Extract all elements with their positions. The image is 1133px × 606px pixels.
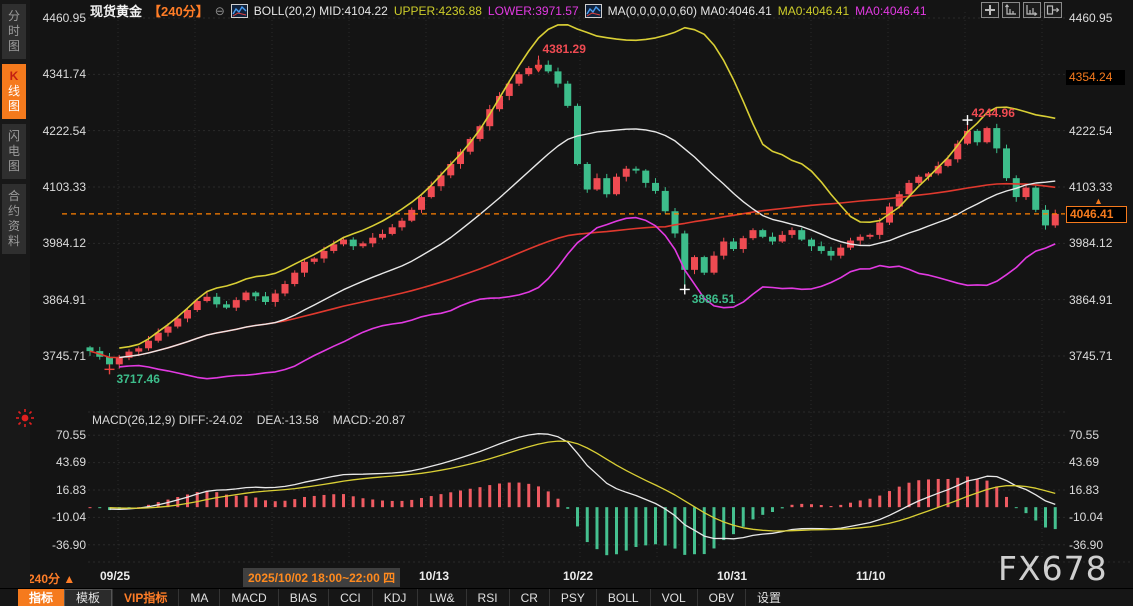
axis-tick-label: 4103.33 [34, 180, 86, 194]
axis-tick-label: 3864.91 [34, 293, 86, 307]
time-axis-label: 11/10 [856, 569, 885, 583]
sidebar-tab-char: 料 [2, 234, 26, 249]
axis-tick-label: 4222.54 [1069, 124, 1121, 138]
sidebar-tab-char: 线 [2, 84, 26, 99]
macd-legend: MACD(26,12,9) DIFF:-24.02 DEA:-13.58 MAC… [92, 413, 405, 427]
ma60-value: MA(0,0,0,0,0,60) MA0:4046.41 [608, 4, 772, 18]
axis-tick-label: 4341.74 [34, 67, 86, 81]
app-window: 分时图K线图闪电图合约资料 现货黄金 【240分】 ⊖ BOLL(20,2) M… [0, 0, 1133, 606]
price-low-annotation: 3717.46 [117, 372, 160, 386]
chart-tool-icons [981, 2, 1062, 18]
session-high-price-label: 4354.24 [1066, 70, 1125, 85]
axis-tick-label: 43.69 [1069, 455, 1121, 469]
price-high-annotation: 4381.29 [543, 42, 586, 56]
axis-tick-label: 3984.12 [34, 236, 86, 250]
crosshair-date-tooltip: 2025/10/02 18:00~22:00 四 [243, 568, 400, 587]
fit-x-axis-icon[interactable] [1023, 2, 1041, 18]
axis-tick-label: 70.55 [34, 428, 86, 442]
fit-y-axis-icon[interactable] [1002, 2, 1020, 18]
macd-value: MACD:-20.87 [333, 413, 406, 427]
ma-indicator-icon [585, 4, 602, 18]
toolbar-item-LW&[interactable]: LW& [417, 589, 465, 606]
toolbar-item-RSI[interactable]: RSI [466, 589, 509, 606]
current-price-arrow-icon: ▲ [1094, 196, 1103, 206]
symbol-title: 现货黄金 [90, 1, 142, 20]
toolbar-item-BOLL[interactable]: BOLL [596, 589, 650, 606]
toolbar-item-PSY[interactable]: PSY [549, 589, 596, 606]
sidebar-tab-3[interactable]: 闪电图 [2, 124, 26, 179]
axis-tick-label: 4103.33 [1069, 180, 1121, 194]
axis-tick-label: 4460.95 [1069, 11, 1121, 25]
sidebar-tab-2[interactable]: K线图 [2, 64, 26, 119]
axis-tick-label: 4222.54 [34, 124, 86, 138]
axis-tick-label: -10.04 [1069, 510, 1121, 524]
sidebar-tab-char: 合 [2, 189, 26, 204]
sidebar-tab-char: 图 [2, 159, 26, 174]
macd-dea-value: DEA:-13.58 [257, 413, 319, 427]
sidebar-tab-char: 闪 [2, 129, 26, 144]
boll-indicator-icon [231, 4, 248, 18]
indicator-toolbar: 指标模板VIP指标MAMACDBIASCCIKDJLW&RSICRPSYBOLL… [0, 588, 1133, 606]
toolbar-item-MACD[interactable]: MACD [219, 589, 277, 606]
collapse-icon[interactable]: ⊖ [215, 4, 225, 18]
sidebar-tab-char: 图 [2, 39, 26, 54]
axis-tick-label: 3984.12 [1069, 236, 1121, 250]
sidebar-tab-char: 约 [2, 204, 26, 219]
toolbar-item-VOL[interactable]: VOL [650, 589, 697, 606]
toolbar-item-KDJ[interactable]: KDJ [372, 589, 418, 606]
axis-tick-label: -36.90 [34, 538, 86, 552]
macd-diff-value: MACD(26,12,9) DIFF:-24.02 [92, 413, 243, 427]
toolbar-item-设置[interactable]: 设置 [745, 589, 792, 606]
boll-upper-value: UPPER:4236.88 [394, 4, 482, 18]
ma60-value-3: MA0:4046.41 [855, 4, 926, 18]
time-axis-label: 10/31 [717, 569, 747, 583]
toolbar-item-CR[interactable]: CR [509, 589, 549, 606]
chart-canvas[interactable] [0, 0, 1133, 606]
chart-header: 现货黄金 【240分】 ⊖ BOLL(20,2) MID:4104.22 UPP… [90, 1, 927, 20]
axis-tick-label: 16.83 [1069, 483, 1121, 497]
period-label: 【240分】 [148, 1, 209, 20]
time-axis-label: 10/22 [563, 569, 593, 583]
sidebar-tab-char: 图 [2, 99, 26, 114]
sidebar-tab-char: 时 [2, 24, 26, 39]
axis-tick-label: 16.83 [34, 483, 86, 497]
timeframe-badge[interactable]: 240分 ▲ [28, 570, 75, 587]
sidebar-tab-4[interactable]: 合约资料 [2, 184, 26, 254]
time-axis-label: 09/25 [100, 569, 130, 583]
axis-tick-label: 3745.71 [34, 349, 86, 363]
sidebar-tab-char: 分 [2, 9, 26, 24]
toolbar-item-MA[interactable]: MA [178, 589, 219, 606]
toolbar-item-模板[interactable]: 模板 [64, 589, 112, 606]
sidebar-tab-char: 资 [2, 219, 26, 234]
boll-lower-value: LOWER:3971.57 [488, 4, 579, 18]
axis-tick-label: -10.04 [34, 510, 86, 524]
toolbar-item-CCI[interactable]: CCI [328, 589, 372, 606]
toolbar-item-BIAS[interactable]: BIAS [278, 589, 328, 606]
pan-right-icon[interactable] [1044, 2, 1062, 18]
toolbar-item-指标[interactable]: 指标 [18, 589, 64, 606]
axis-tick-label: 43.69 [34, 455, 86, 469]
axis-tick-label: 3864.91 [1069, 293, 1121, 307]
axis-tick-label: 3745.71 [1069, 349, 1121, 363]
toolbar-item-VIP指标[interactable]: VIP指标 [112, 589, 178, 606]
sidebar-tab-char: K [2, 69, 26, 84]
time-axis-label: 10/13 [419, 569, 449, 583]
brand-watermark: FX678 [998, 549, 1108, 588]
sidebar: 分时图K线图闪电图合约资料 [0, 0, 30, 606]
price-low-annotation: 3886.51 [692, 292, 735, 306]
ma60-value-2: MA0:4046.41 [778, 4, 849, 18]
price-high-annotation: 4244.96 [972, 106, 1015, 120]
sidebar-tab-1[interactable]: 分时图 [2, 4, 26, 59]
current-price-label: 4046.41 [1066, 206, 1127, 223]
toolbar-item-OBV[interactable]: OBV [697, 589, 745, 606]
boll-mid-value: BOLL(20,2) MID:4104.22 [254, 4, 388, 18]
crosshair-icon[interactable] [981, 2, 999, 18]
live-indicator-icon [15, 408, 35, 428]
axis-tick-label: 4460.95 [34, 11, 86, 25]
axis-tick-label: 70.55 [1069, 428, 1121, 442]
sidebar-tab-char: 电 [2, 144, 26, 159]
